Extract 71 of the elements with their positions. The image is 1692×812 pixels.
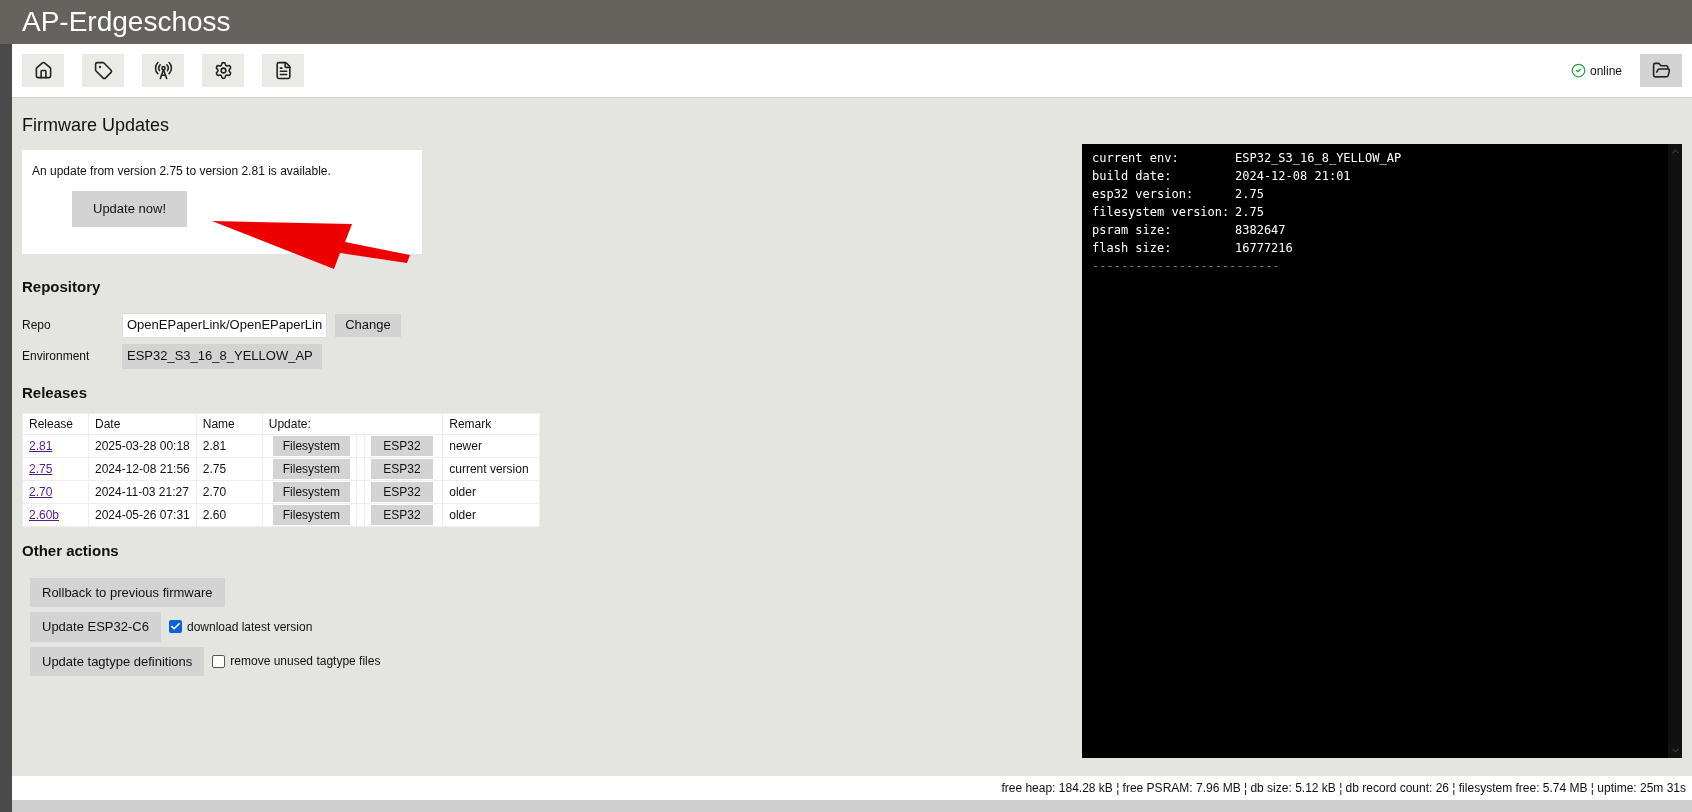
table-cell: 2025-03-28 00:18 xyxy=(88,434,197,458)
console-label: flash size: xyxy=(1092,240,1173,257)
console-value: ESP32_S3_16_8_YELLOW_AP xyxy=(1235,150,1402,167)
folder-button[interactable] xyxy=(1640,54,1682,87)
repo-field[interactable]: OpenEPaperLink/OpenEPaperLin xyxy=(122,312,328,338)
table-cell: 2.60 xyxy=(196,503,263,527)
antenna-icon xyxy=(153,61,173,80)
tag-icon xyxy=(93,61,113,80)
filesystem-button[interactable]: Filesystem xyxy=(272,482,351,502)
repository-heading: Repository xyxy=(22,277,102,297)
esp32-button[interactable]: ESP32 xyxy=(371,505,433,525)
other-actions-heading: Other actions xyxy=(22,541,120,561)
console-label: esp32 version: xyxy=(1092,186,1195,203)
console-separator: -------------------------- xyxy=(1092,259,1280,273)
checkbox[interactable] xyxy=(168,620,182,634)
console-label: psram size: xyxy=(1092,222,1173,239)
action-button[interactable]: Update ESP32-C6 xyxy=(30,612,161,642)
document-icon xyxy=(273,61,293,80)
update-now-button[interactable]: Update now! xyxy=(72,191,187,227)
checkbox-label: remove unused tagtype files xyxy=(230,653,381,671)
filesystem-button[interactable]: Filesystem xyxy=(272,459,351,479)
esp32-button[interactable]: ESP32 xyxy=(371,459,433,479)
console-value: 16777216 xyxy=(1235,240,1293,257)
home-button[interactable] xyxy=(22,54,64,87)
console-label: build date: xyxy=(1092,168,1173,185)
column-header: Date xyxy=(88,413,197,435)
table-cell: 2024-12-08 21:56 xyxy=(88,457,197,481)
column-header: Remark xyxy=(442,413,540,435)
table-cell: older xyxy=(442,503,540,527)
table-cell: 2.70 xyxy=(196,480,263,504)
console-label: filesystem version: xyxy=(1092,204,1231,221)
antenna-button[interactable] xyxy=(142,54,184,87)
table-cell: 2.75 xyxy=(196,457,263,481)
console-value: 2.75 xyxy=(1235,186,1264,203)
document-button[interactable] xyxy=(262,54,304,87)
table-cell: older xyxy=(442,480,540,504)
environment-value: ESP32_S3_16_8_YELLOW_AP xyxy=(122,343,322,369)
filesystem-button[interactable]: Filesystem xyxy=(272,505,351,525)
settings-icon xyxy=(213,61,233,80)
table-cell: 2024-11-03 21:27 xyxy=(88,480,197,504)
repo-label: Repo xyxy=(22,317,52,334)
status-label: online xyxy=(1589,62,1622,80)
column-header: Name xyxy=(196,413,263,435)
tag-button[interactable] xyxy=(82,54,124,87)
update-message: An update from version 2.75 to version 2.81 is available. xyxy=(32,163,331,180)
table-cell: 2024-05-26 07:31 xyxy=(88,503,197,527)
environment-label: Environment xyxy=(22,348,91,365)
console-value: 2024-12-08 21:01 xyxy=(1235,168,1351,185)
esp32-button[interactable]: ESP32 xyxy=(371,436,433,456)
console-label: current env: xyxy=(1092,150,1180,167)
action-button[interactable]: Rollback to previous firmware xyxy=(30,577,225,607)
status-text: free heap: 184.28 kB ¦ free PSRAM: 7.96 MB ¦ db size: 5.12 kB ¦ db record count: 26 ¦ filesystem free: 5.74 MB ¦ uptime: 25m 31s xyxy=(1001,780,1686,797)
console-value: 8382647 xyxy=(1235,222,1286,239)
home-icon xyxy=(33,61,53,80)
table-cell: 2.81 xyxy=(196,434,263,458)
table-cell: current version xyxy=(442,457,540,481)
column-header: Update: xyxy=(262,413,443,435)
filesystem-button[interactable]: Filesystem xyxy=(272,436,351,456)
action-button[interactable]: Update tagtype definitions xyxy=(30,646,205,676)
section-title: Firmware Updates xyxy=(22,114,171,137)
releases-heading: Releases xyxy=(22,382,89,403)
change-button[interactable]: Change xyxy=(335,313,401,337)
page-title: AP-Erdgeschoss xyxy=(22,8,231,36)
checkbox[interactable] xyxy=(212,654,226,668)
column-header: Release xyxy=(22,413,89,435)
console-value: 2.75 xyxy=(1235,204,1264,221)
folder-icon xyxy=(1651,61,1671,80)
table-cell: newer xyxy=(442,434,540,458)
esp32-button[interactable]: ESP32 xyxy=(371,482,433,502)
settings-button[interactable] xyxy=(202,54,244,87)
checkbox-label: download latest version xyxy=(186,618,313,636)
